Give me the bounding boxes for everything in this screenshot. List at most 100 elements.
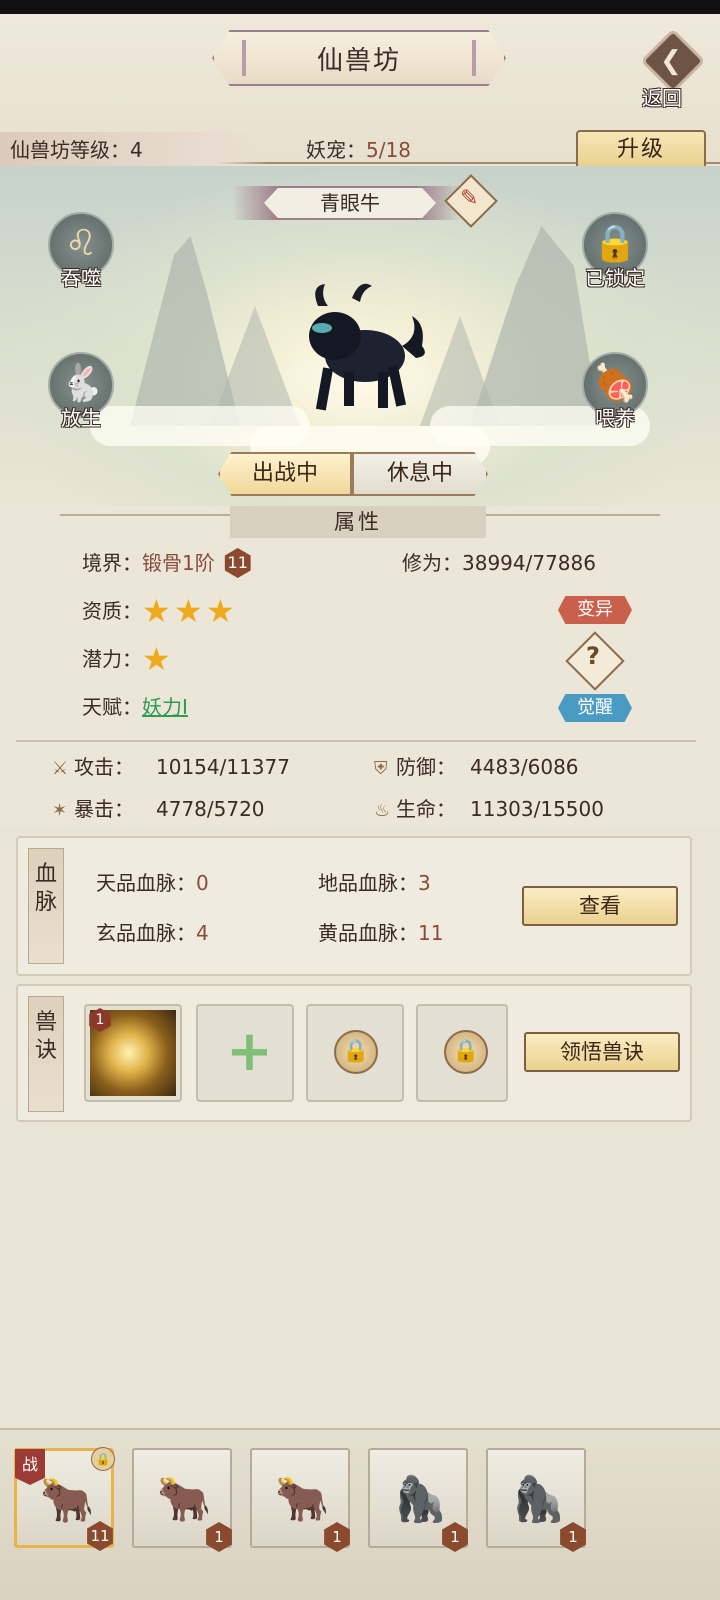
crit-row: ✶ 暴击： 4778/5720 — [52, 794, 265, 824]
di-label: 地品血脉： — [318, 871, 418, 895]
huang-label: 黄品血脉： — [318, 921, 418, 945]
workshop-level-value: 4 — [130, 138, 143, 162]
awaken-button[interactable]: 觉醒 — [558, 694, 632, 722]
roster-pet-5[interactable]: 🦍 1 — [486, 1448, 586, 1552]
lock-icon: 🔒 — [444, 1030, 488, 1074]
pet-roster: 🐂 战 🔒 11 🐂 1 🐂 1 🦍 1 🦍 1 — [0, 1428, 720, 1600]
tian-value: 0 — [196, 871, 209, 895]
pet-count-label: 妖宠： — [306, 138, 366, 162]
attack-value: 10154/11377 — [156, 755, 290, 779]
roster-pet-4[interactable]: 🦍 1 — [368, 1448, 468, 1552]
crit-value: 4778/5720 — [156, 797, 265, 821]
battle-badge: 战 — [15, 1449, 45, 1485]
skills-tab: 兽诀 — [28, 996, 64, 1112]
tian-label: 天品血脉： — [96, 871, 196, 895]
locked-button[interactable]: 🔒 已锁定 — [570, 212, 660, 298]
devour-label: 吞噬 — [61, 266, 101, 290]
workshop-level-label: 仙兽坊等级： — [10, 138, 130, 162]
cultivation-value: 38994/77886 — [462, 551, 596, 575]
page-title: 仙兽坊 — [212, 30, 506, 86]
status-active-tab[interactable]: 出战中 — [218, 452, 352, 496]
rabbit-icon: 🐇 — [58, 363, 104, 404]
attributes-header: 属性 — [230, 506, 486, 538]
view-bloodline-button[interactable]: 查看 — [522, 886, 678, 926]
xuan-label: 玄品血脉： — [96, 921, 196, 945]
talent-link[interactable]: 妖力I — [142, 695, 188, 719]
skill-slot-1[interactable]: 1 — [84, 1004, 182, 1102]
ape-icon: 🦍 — [392, 1474, 448, 1525]
attack-label: 攻击： — [74, 755, 134, 779]
status-toggle: 出战中 休息中 — [218, 452, 488, 496]
feed-label: 喂养 — [595, 406, 635, 430]
brush-icon: ✎ — [460, 186, 479, 211]
attributes-panel: 属性 境界：锻骨1阶 11 修为：38994/77886 资质：★ ★ ★ 变异 潜力… — [0, 506, 720, 826]
defense-value: 4483/6086 — [470, 755, 579, 779]
pet-scene: 青眼牛 ✎ ♌ 吞噬 🐇 放生 🔒 已锁定 🍖 喂养 出战中 休息中 — [0, 166, 720, 506]
realm-level-badge: 11 — [224, 548, 251, 578]
lock-icon: 🔒 — [334, 1030, 378, 1074]
meat-icon: 🍖 — [592, 363, 638, 404]
potential-row: 潜力：★ — [82, 640, 174, 678]
ape-icon: 🦍 — [510, 1474, 566, 1525]
quality-label: 资质： — [82, 599, 142, 623]
pet-ox-image — [309, 283, 425, 411]
skill-slot-add[interactable]: + — [196, 1004, 294, 1102]
skills-panel: 兽诀 1 + 🔒 🔒 领悟兽诀 — [16, 984, 692, 1122]
sword-icon: ⚔ — [52, 758, 69, 779]
skill-slot-locked[interactable]: 🔒 — [306, 1004, 404, 1102]
di-bloodline: 地品血脉：3 — [318, 868, 431, 898]
mutate-button[interactable]: 变异 — [558, 596, 632, 624]
lock-icon: 🔒 — [592, 223, 638, 264]
hp-label: 生命： — [396, 797, 456, 821]
status-bar — [0, 0, 720, 14]
lock-icon: 🔒 — [91, 1447, 115, 1471]
plus-icon: + — [226, 1019, 273, 1084]
pet-count-value: 5/18 — [366, 138, 411, 162]
release-button[interactable]: 🐇 放生 — [36, 352, 126, 438]
crit-label: 暴击： — [74, 797, 134, 821]
tian-bloodline: 天品血脉：0 — [96, 868, 209, 898]
back-label: 返回 — [642, 86, 682, 110]
question-icon: ? — [586, 642, 600, 670]
talent-row: 天赋：妖力I — [82, 692, 188, 722]
feed-button[interactable]: 🍖 喂养 — [570, 352, 660, 438]
skill-slot-locked[interactable]: 🔒 — [416, 1004, 508, 1102]
huang-bloodline: 黄品血脉：11 — [318, 918, 443, 948]
realm-label: 境界： — [82, 551, 142, 575]
release-label: 放生 — [61, 406, 101, 430]
star-icon: ★ — [174, 592, 203, 630]
lion-head-icon: ♌ — [64, 223, 98, 264]
ox-icon: 🐂 — [274, 1474, 330, 1525]
divider — [16, 740, 696, 742]
star-icon: ★ — [142, 640, 171, 678]
life-icon: ♨ — [374, 800, 391, 821]
hp-value: 11303/15500 — [470, 797, 604, 821]
learn-skill-button[interactable]: 领悟兽诀 — [524, 1032, 680, 1072]
pet-name: 青眼牛 — [264, 188, 436, 218]
devour-button[interactable]: ♌ 吞噬 — [36, 212, 126, 298]
star-icon: ★ — [206, 592, 235, 630]
cultivation-label: 修为： — [402, 551, 462, 575]
potential-label: 潜力： — [82, 647, 142, 671]
pet-count: 妖宠：5/18 — [306, 132, 411, 168]
star-icon: ★ — [142, 592, 171, 630]
talent-label: 天赋： — [82, 695, 142, 719]
quality-row: 资质：★ ★ ★ — [82, 592, 238, 630]
xuan-value: 4 — [196, 921, 209, 945]
bloodline-panel: 血脉 天品血脉：0 地品血脉：3 玄品血脉：4 黄品血脉：11 查看 — [16, 836, 692, 976]
roster-pet-2[interactable]: 🐂 1 — [132, 1448, 232, 1552]
xuan-bloodline: 玄品血脉：4 — [96, 918, 209, 948]
di-value: 3 — [418, 871, 431, 895]
roster-pet-3[interactable]: 🐂 1 — [250, 1448, 350, 1552]
crit-icon: ✶ — [52, 800, 68, 821]
status-rest-tab[interactable]: 休息中 — [352, 452, 488, 496]
realm-value: 锻骨1阶 — [142, 551, 215, 575]
upgrade-button[interactable]: 升级 — [576, 130, 706, 170]
shield-icon: ⛨ — [374, 758, 388, 779]
cultivation-row: 修为：38994/77886 — [402, 548, 596, 578]
locked-label: 已锁定 — [585, 266, 645, 290]
ox-icon: 🐂 — [156, 1474, 212, 1525]
huang-value: 11 — [418, 921, 444, 945]
roster-pet-1[interactable]: 🐂 战 🔒 11 — [14, 1447, 115, 1551]
back-button[interactable]: ❮ 返回 — [638, 28, 710, 114]
